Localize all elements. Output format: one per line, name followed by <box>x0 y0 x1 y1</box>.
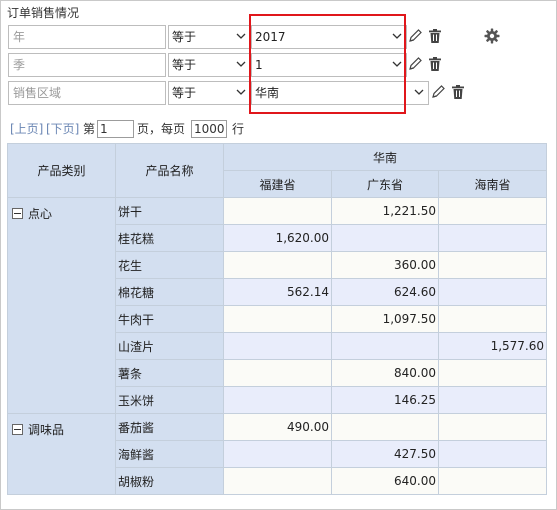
minus-square-icon[interactable] <box>12 208 23 219</box>
product-cell: 花生 <box>115 251 224 279</box>
value-cell: 360.00 <box>331 251 439 279</box>
value-cell <box>438 224 547 252</box>
report-title: 订单销售情况 <box>7 6 80 20</box>
header-row: 产品类别 产品名称 华南 <box>7 143 547 198</box>
filter-operator-label: 等于 <box>172 30 197 44</box>
value-cell <box>223 305 332 333</box>
per-page-suffix: 行 <box>232 122 245 136</box>
value-cell <box>438 359 547 387</box>
category-cell: 点心 <box>7 197 116 414</box>
filter-operator-region[interactable]: 等于 <box>168 81 251 105</box>
filter-operator-year[interactable]: 等于 <box>168 25 251 49</box>
per-page-input[interactable]: 1000 <box>191 120 227 138</box>
value-cell: 427.50 <box>331 440 439 468</box>
value-cell <box>223 332 332 360</box>
product-cell: 棉花糖 <box>115 278 224 306</box>
category-group: 点心 <box>8 198 115 222</box>
trash-icon[interactable] <box>427 28 443 44</box>
filter-field-year[interactable]: 年 <box>8 25 166 49</box>
product-cell: 桂花糕 <box>115 224 224 252</box>
filter-field-quarter[interactable]: 季 <box>8 53 166 77</box>
product-cell: 番茄酱 <box>115 413 224 441</box>
value-cell: 146.25 <box>331 386 439 414</box>
header-region: 华南 <box>223 143 547 171</box>
prev-page-link[interactable]: [上页] <box>10 120 43 138</box>
value-cell: 490.00 <box>223 413 332 441</box>
product-cell: 山渣片 <box>115 332 224 360</box>
page-number-input[interactable]: 1 <box>97 120 134 138</box>
value-cell <box>331 413 439 441</box>
filter-value-year[interactable]: 2017 <box>251 25 407 49</box>
category-group: 调味品 <box>8 414 115 438</box>
filter-value-region[interactable]: 华南 <box>251 81 429 105</box>
filter-operator-quarter[interactable]: 等于 <box>168 53 251 77</box>
filter-value-label: 2017 <box>255 30 286 44</box>
page-suffix: 页，每页 <box>137 122 186 136</box>
table-row: 调味品 番茄酱 490.00 <box>7 413 547 495</box>
product-cell: 胡椒粉 <box>115 467 224 495</box>
filter-value-label: 1 <box>255 58 263 72</box>
filter-operator-label: 等于 <box>172 86 197 100</box>
product-cell: 薯条 <box>115 359 224 387</box>
value-cell <box>438 251 547 279</box>
chevron-down-icon <box>392 61 402 67</box>
value-cell <box>438 305 547 333</box>
product-cell: 玉米饼 <box>115 386 224 414</box>
chevron-down-icon <box>236 61 246 67</box>
pencil-icon[interactable] <box>430 84 446 100</box>
table-row: 点心 饼干 1,221.50 <box>7 197 547 414</box>
value-cell: 1,577.60 <box>438 332 547 360</box>
product-cell: 牛肉干 <box>115 305 224 333</box>
value-cell: 624.60 <box>331 278 439 306</box>
value-cell: 1,221.50 <box>331 197 439 225</box>
header-product: 产品名称 <box>115 143 224 198</box>
value-cell <box>223 467 332 495</box>
gear-icon[interactable] <box>484 28 500 44</box>
value-cell <box>223 359 332 387</box>
value-cell <box>223 251 332 279</box>
header-province: 海南省 <box>438 170 547 198</box>
header-province: 广东省 <box>331 170 439 198</box>
filter-operator-label: 等于 <box>172 58 197 72</box>
filter-field-region[interactable]: 销售区域 <box>8 81 166 105</box>
value-cell: 1,097.50 <box>331 305 439 333</box>
value-cell <box>438 278 547 306</box>
value-cell <box>223 440 332 468</box>
header-province: 福建省 <box>223 170 332 198</box>
value-cell <box>331 332 439 360</box>
product-cell: 海鲜酱 <box>115 440 224 468</box>
value-cell <box>438 467 547 495</box>
value-cell <box>223 197 332 225</box>
chevron-down-icon <box>236 89 246 95</box>
value-cell: 840.00 <box>331 359 439 387</box>
next-page-link[interactable]: [下页] <box>46 120 79 138</box>
value-cell: 562.14 <box>223 278 332 306</box>
category-cell: 调味品 <box>7 413 116 495</box>
value-cell <box>223 386 332 414</box>
sales-table: 产品类别 产品名称 华南 福建省 广东省 海南省点心 饼干 1,221.50 桂花糕 1,620.… <box>7 143 547 495</box>
filter-value-label: 华南 <box>255 86 280 100</box>
chevron-down-icon <box>392 33 402 39</box>
value-cell <box>438 386 547 414</box>
value-cell: 640.00 <box>331 467 439 495</box>
value-cell <box>438 440 547 468</box>
value-cell <box>438 197 547 225</box>
product-cell: 饼干 <box>115 197 224 225</box>
value-cell <box>438 413 547 441</box>
category-label: 点心 <box>28 207 53 221</box>
chevron-down-icon <box>236 33 246 39</box>
chevron-down-icon <box>414 89 424 95</box>
trash-icon[interactable] <box>450 84 466 100</box>
minus-square-icon[interactable] <box>12 424 23 435</box>
pencil-icon[interactable] <box>407 56 423 72</box>
category-label: 调味品 <box>28 423 65 437</box>
value-cell: 1,620.00 <box>223 224 332 252</box>
trash-icon[interactable] <box>427 56 443 72</box>
page-prefix: 第 <box>83 122 96 136</box>
pencil-icon[interactable] <box>407 28 423 44</box>
value-cell <box>331 224 439 252</box>
header-category: 产品类别 <box>7 143 116 198</box>
filter-value-quarter[interactable]: 1 <box>251 53 407 77</box>
